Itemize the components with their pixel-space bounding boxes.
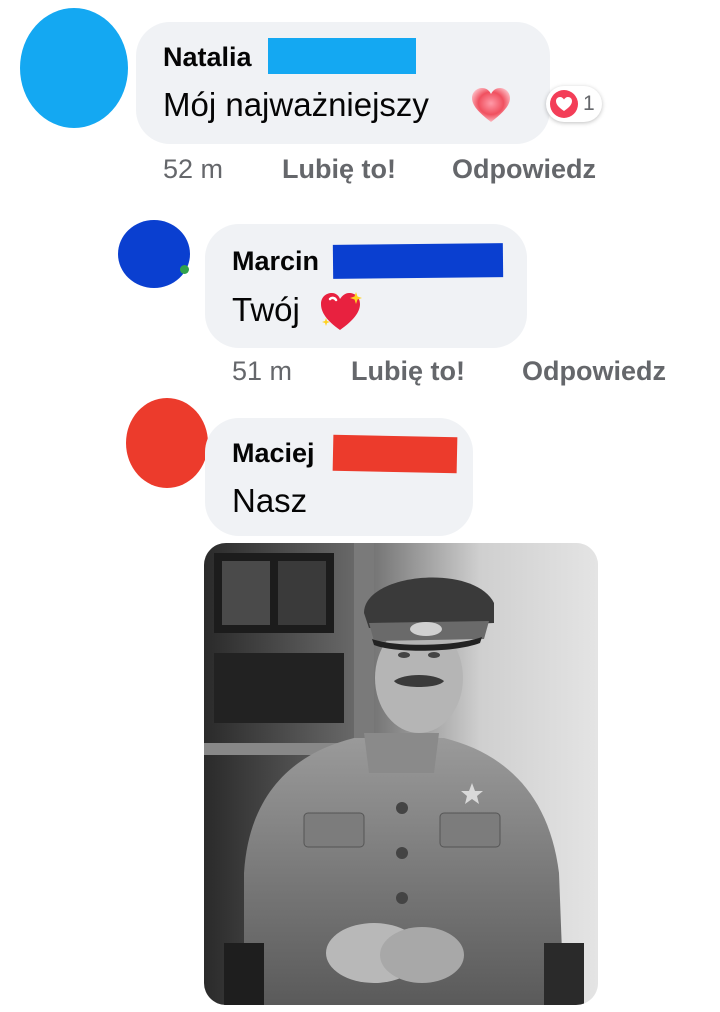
redaction-bar bbox=[268, 38, 416, 74]
photo-attachment[interactable] bbox=[204, 543, 598, 1005]
reply-button[interactable]: Odpowiedz bbox=[452, 154, 596, 185]
comment-author[interactable]: Maciej bbox=[232, 438, 315, 469]
comment-text: Nasz bbox=[232, 482, 308, 519]
heart-emoji-icon bbox=[470, 86, 512, 126]
photo-attachment-icon bbox=[204, 543, 598, 1005]
reaction-count: 1 bbox=[583, 92, 595, 115]
comment-author[interactable]: Natalia bbox=[163, 42, 252, 73]
reaction-badge[interactable]: 1 bbox=[546, 86, 602, 122]
avatar[interactable] bbox=[126, 398, 208, 488]
comment-timestamp[interactable]: 52 m bbox=[163, 154, 223, 185]
love-reaction-icon bbox=[549, 89, 579, 119]
reply-button[interactable]: Odpowiedz bbox=[522, 356, 666, 387]
redaction-bar bbox=[332, 434, 458, 474]
comment-timestamp[interactable]: 51 m bbox=[232, 356, 292, 387]
like-button[interactable]: Lubię to! bbox=[351, 356, 465, 387]
redaction-bar bbox=[332, 243, 504, 279]
like-button[interactable]: Lubię to! bbox=[282, 154, 396, 185]
sparkling-heart-emoji-icon bbox=[318, 290, 364, 334]
avatar[interactable] bbox=[118, 220, 190, 288]
online-status-dot bbox=[180, 265, 189, 274]
comment-text: Twój bbox=[232, 291, 300, 328]
comment-author[interactable]: Marcin bbox=[232, 246, 319, 277]
avatar[interactable] bbox=[20, 8, 128, 128]
comment-text: Mój najważniejszy bbox=[163, 86, 429, 123]
